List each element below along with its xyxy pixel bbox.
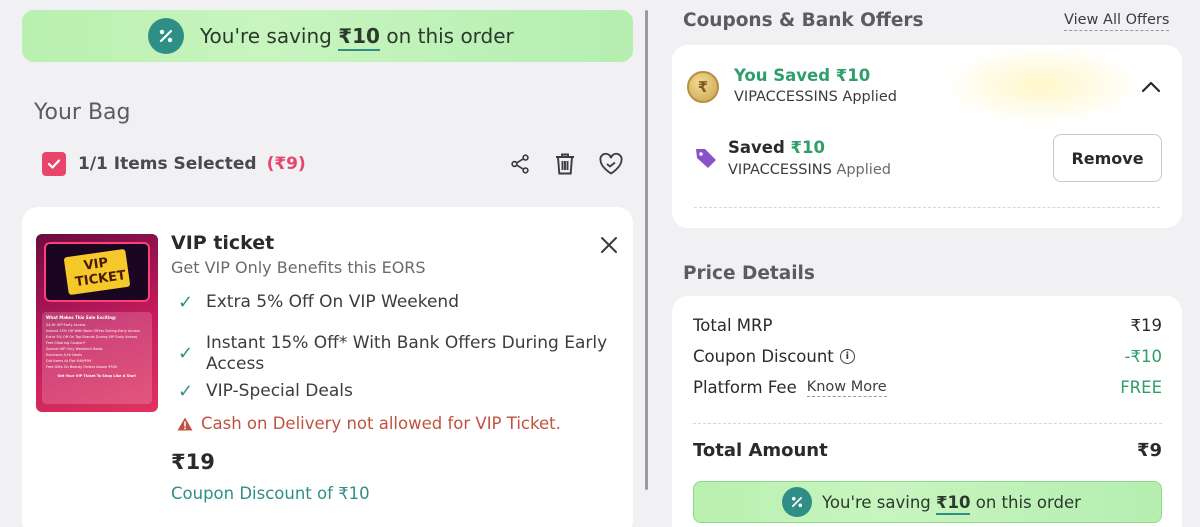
total-amount-row: Total Amount ₹9 [693, 440, 1162, 461]
price-row-value: FREE [1120, 378, 1162, 397]
coupons-section-title: Coupons & Bank Offers [683, 10, 924, 31]
info-icon[interactable]: i [839, 349, 855, 364]
item-thumbnail[interactable]: VIP TICKET What Makes This Sale Exciting… [36, 234, 158, 412]
price-row-value: -₹10 [1124, 347, 1162, 366]
know-more-link[interactable]: Know More [806, 379, 887, 397]
price-row-total-mrp: Total MRP ₹19 [693, 316, 1162, 335]
feature-text: Access [206, 353, 265, 374]
coupon-tag-icon [694, 146, 718, 174]
savings-prefix: You're saving [822, 492, 931, 512]
thumbnail-heading: What Makes This Sale Exciting: [46, 315, 117, 320]
thumbnail-ticket-label: VIP TICKET [63, 248, 131, 296]
discount-badge-icon [148, 18, 184, 54]
feature-item: ✓ Extra 5% Off On VIP Weekend [178, 292, 608, 326]
feature-list: ✓ Extra 5% Off On VIP Weekend ✓ Instant … [178, 292, 608, 411]
check-icon: ✓ [178, 342, 194, 364]
price-row-label: Total MRP [693, 316, 773, 335]
you-saved-title: You Saved ₹10 [734, 66, 871, 85]
applied-saved-amount: ₹10 [790, 138, 825, 157]
applied-coupon-code-line: VIPACCESSINS Applied [728, 162, 891, 178]
remove-item-close-icon[interactable] [596, 232, 622, 258]
items-selected-total: (₹9) [266, 154, 306, 174]
price-details-divider [693, 423, 1162, 424]
check-icon: ✓ [178, 381, 194, 402]
applied-saved-label: Saved [728, 138, 785, 157]
check-icon: ✓ [178, 292, 194, 313]
share-icon[interactable] [506, 150, 534, 178]
feature-text: Extra 5% Off On VIP Weekend [206, 292, 459, 312]
select-all-row: 1/1 Items Selected (₹9) [42, 152, 306, 176]
price-row-value: ₹19 [1130, 316, 1163, 335]
feature-item: ✓ Instant 15% Off* With Bank Offers Duri… [178, 326, 608, 381]
price-details-title: Price Details [683, 263, 815, 284]
discount-badge-icon [782, 487, 812, 517]
price-row-label: Coupon Discount [693, 347, 834, 366]
savings-amount: ₹10 [936, 492, 971, 515]
you-saved-code: VIPACCESSINS Applied [734, 89, 897, 105]
total-amount-label: Total Amount [693, 440, 828, 461]
coupon-card-glow [942, 45, 1142, 125]
remove-coupon-button[interactable]: Remove [1053, 134, 1162, 182]
price-row-coupon-discount: Coupon Discount i -₹10 [693, 347, 1162, 366]
top-savings-banner: You're saving ₹10 on this order [22, 10, 633, 62]
chevron-up-icon[interactable] [1138, 76, 1164, 98]
applied-coupon-code: VIPACCESSINS [728, 162, 832, 178]
feature-item: ✓ VIP-Special Deals [178, 381, 608, 411]
delete-icon[interactable] [551, 149, 579, 179]
thumbnail-info-box: What Makes This Sale Exciting: 24-Hr VIP… [42, 312, 152, 404]
cod-warning: Cash on Delivery not allowed for VIP Tic… [177, 414, 561, 433]
feature-text: VIP-Special Deals [206, 381, 353, 401]
warning-icon [177, 417, 193, 430]
thumbnail-footer: Get Your VIP Ticket To Shop Like A Star! [57, 374, 137, 378]
savings-amount: ₹10 [338, 24, 380, 51]
coupon-card-divider [694, 207, 1160, 208]
items-selected-label: 1/1 Items Selected [78, 154, 257, 174]
item-price: ₹19 [171, 450, 215, 474]
total-amount-value: ₹9 [1136, 440, 1162, 461]
select-all-checkbox[interactable] [42, 152, 66, 176]
applied-coupon-saved: Saved ₹10 [728, 138, 825, 157]
thumbnail-ticket: VIP TICKET [44, 242, 150, 302]
applied-coupon-suffix: Applied [836, 162, 891, 178]
rupee-coin-icon: ₹ [687, 71, 719, 103]
savings-suffix: on this order [975, 492, 1081, 512]
feature-text: Instant 15% Off* With Bank Offers During… [206, 332, 608, 353]
item-name[interactable]: VIP ticket [171, 232, 274, 254]
price-row-platform-fee: Platform Fee Know More FREE [693, 378, 1162, 397]
savings-suffix: on this order [386, 24, 514, 48]
bag-title: Your Bag [34, 100, 131, 125]
move-to-wishlist-icon[interactable] [596, 150, 626, 178]
thumbnail-line: Free Gifts On Beauty Orders Above ₹500 [46, 365, 118, 369]
view-all-offers-link[interactable]: View All Offers [1064, 12, 1170, 31]
item-coupon-discount: Coupon Discount of ₹10 [171, 484, 370, 503]
warning-text: Cash on Delivery not allowed for VIP Tic… [201, 414, 561, 433]
column-divider [645, 10, 648, 490]
price-row-label: Platform Fee [693, 378, 797, 397]
savings-prefix: You're saving [200, 24, 332, 48]
item-subtitle: Get VIP Only Benefits this EORS [171, 258, 426, 277]
bottom-savings-banner: You're saving ₹10 on this order [693, 481, 1162, 523]
